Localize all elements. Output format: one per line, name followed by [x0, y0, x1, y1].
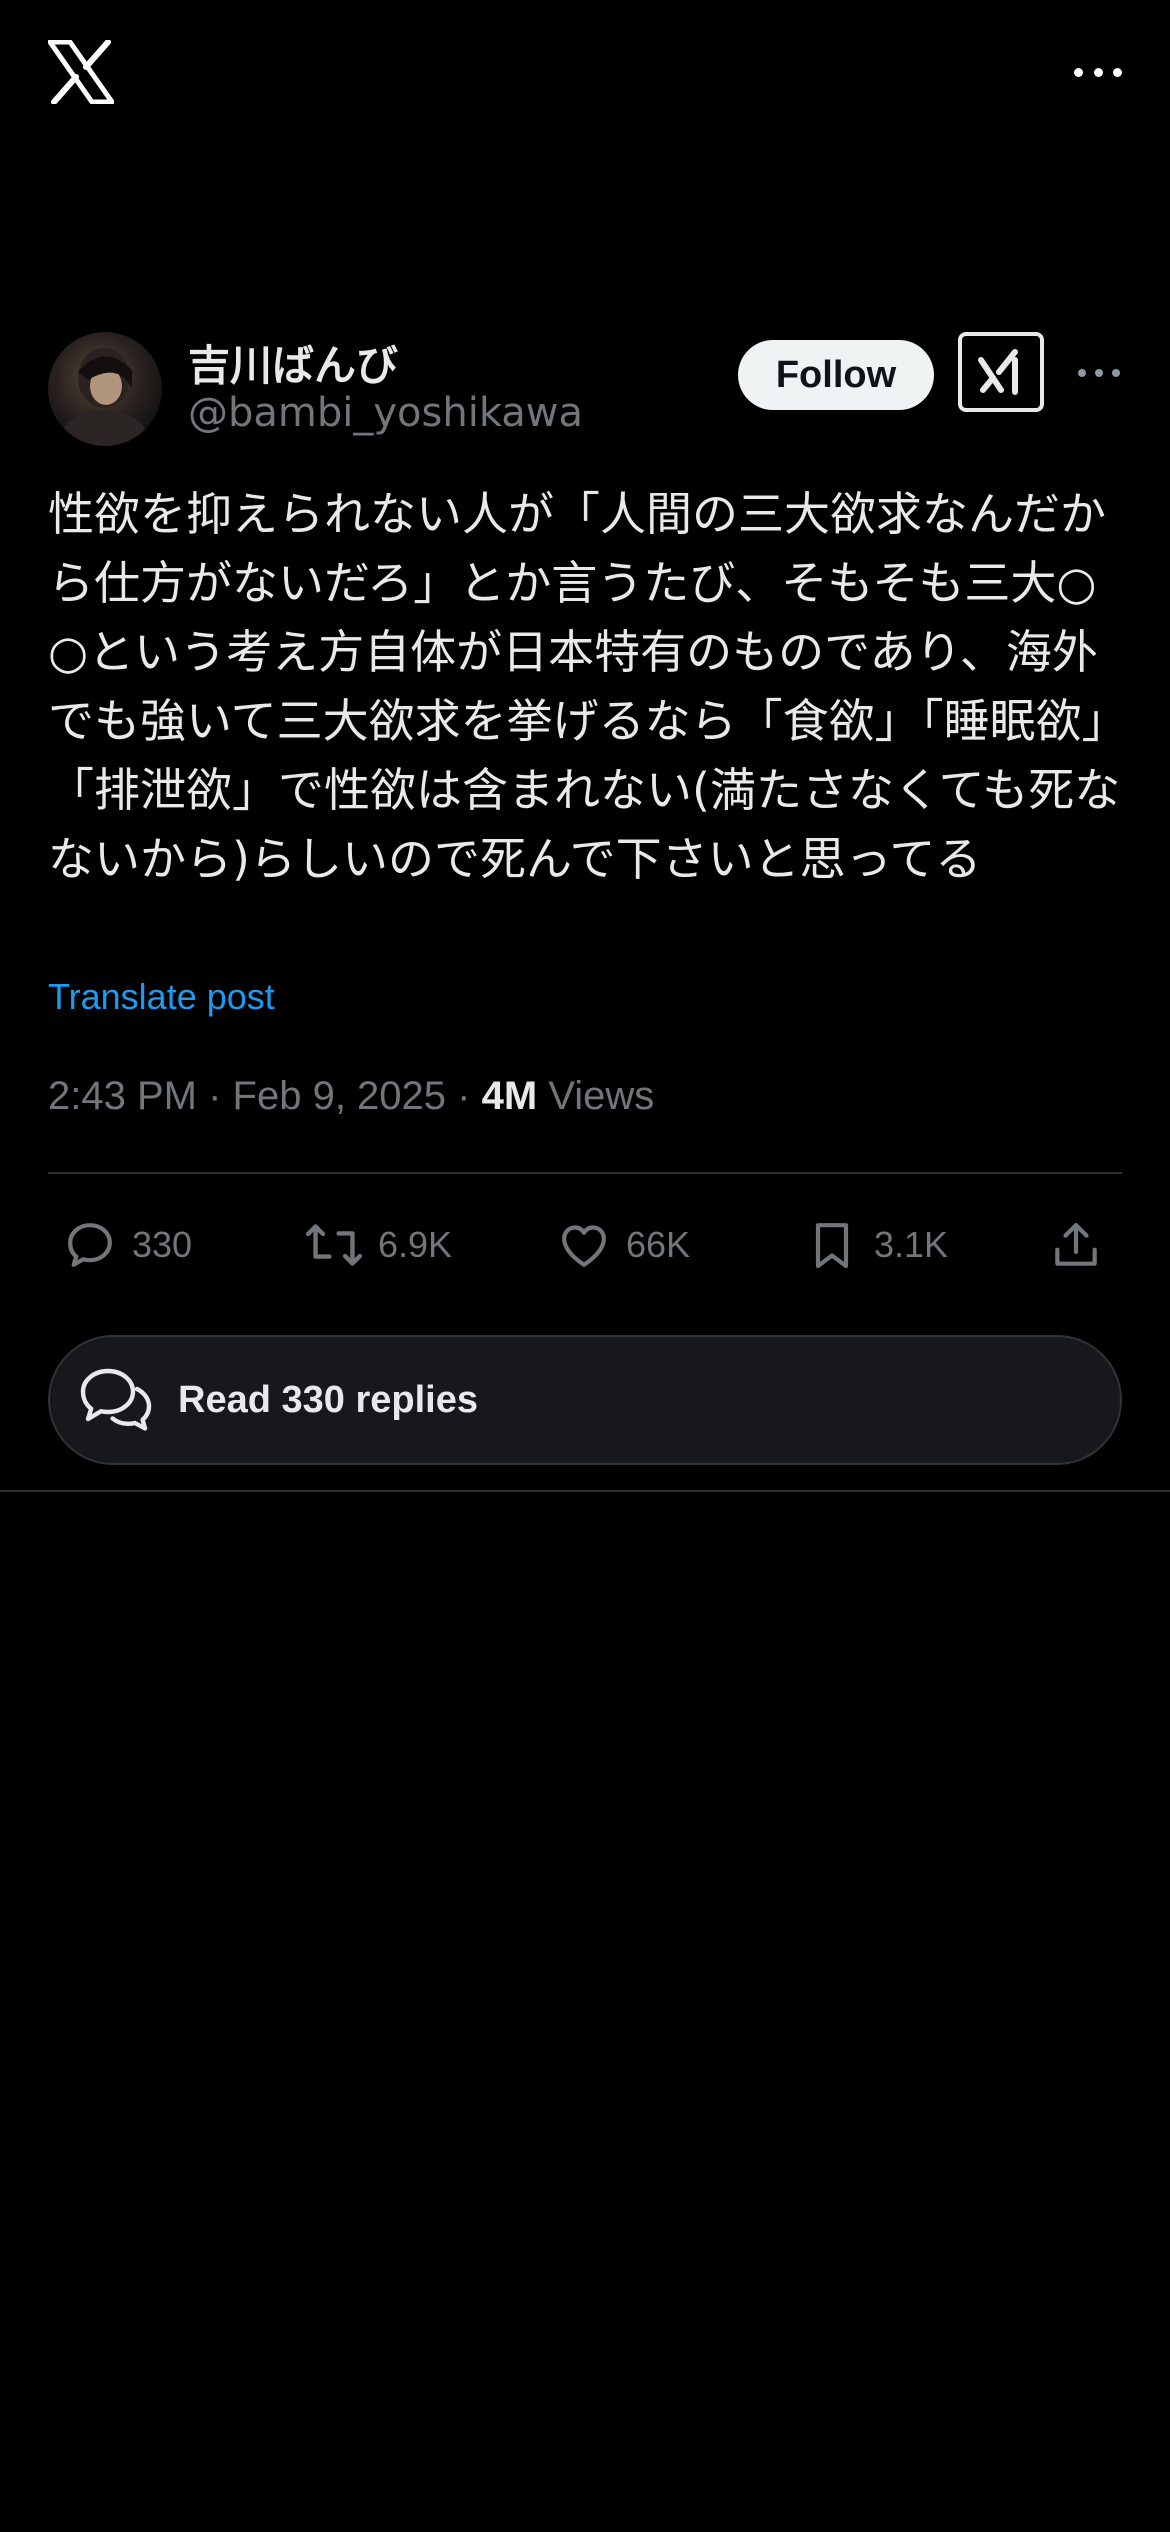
more-horizontal-icon[interactable]	[1074, 56, 1122, 88]
post-date[interactable]: Feb 9, 2025	[233, 1074, 447, 1118]
read-replies-label: Read 330 replies	[178, 1378, 478, 1421]
author-display-name[interactable]: 吉川ばんび	[188, 332, 398, 393]
bookmark-count: 3.1K	[874, 1224, 949, 1265]
divider	[0, 1490, 1170, 1492]
avatar[interactable]	[48, 332, 162, 446]
post-more-icon[interactable]	[1078, 368, 1120, 378]
read-replies-button[interactable]: Read 330 replies	[48, 1335, 1122, 1465]
conversation-icon	[80, 1368, 152, 1431]
heart-icon	[562, 1225, 606, 1267]
share-icon	[1055, 1223, 1097, 1266]
reply-button[interactable]: 330	[62, 1210, 192, 1280]
meta-separator: ·	[208, 1074, 222, 1118]
post-meta: 2:43 PM · Feb 9, 2025 · 4M Views	[48, 1074, 654, 1119]
like-count: 66K	[626, 1224, 691, 1265]
action-bar: 330 6.9K 66K 3.1K	[48, 1210, 1122, 1280]
post-time[interactable]: 2:43 PM	[48, 1074, 197, 1118]
translate-post-link[interactable]: Translate post	[48, 976, 275, 1018]
post-header: 吉川ばんび @bambi_yoshikawa Follow	[48, 332, 1122, 448]
author-handle[interactable]: @bambi_yoshikawa	[188, 390, 583, 436]
share-button[interactable]	[1048, 1210, 1118, 1280]
grok-icon[interactable]	[958, 332, 1044, 412]
x-logo-icon[interactable]	[47, 39, 115, 105]
bookmark-icon	[815, 1223, 849, 1269]
reply-count: 330	[132, 1224, 193, 1265]
repost-count: 6.9K	[378, 1224, 453, 1265]
reply-icon	[68, 1223, 112, 1267]
repost-icon	[305, 1224, 363, 1266]
views-count: 4M	[481, 1074, 538, 1118]
bookmark-button[interactable]: 3.1K	[804, 1210, 948, 1280]
top-bar	[0, 0, 1170, 150]
post-text: 性欲を抑えられない人が「人間の三大欲求なんだから仕方がないだろ」とか言うたび、そ…	[48, 487, 1121, 886]
repost-button[interactable]: 6.9K	[304, 1210, 452, 1280]
like-button[interactable]: 66K	[556, 1210, 690, 1280]
divider	[48, 1172, 1122, 1174]
follow-button[interactable]: Follow	[738, 340, 934, 410]
meta-separator: ·	[457, 1074, 471, 1118]
views-label: Views	[548, 1074, 655, 1118]
